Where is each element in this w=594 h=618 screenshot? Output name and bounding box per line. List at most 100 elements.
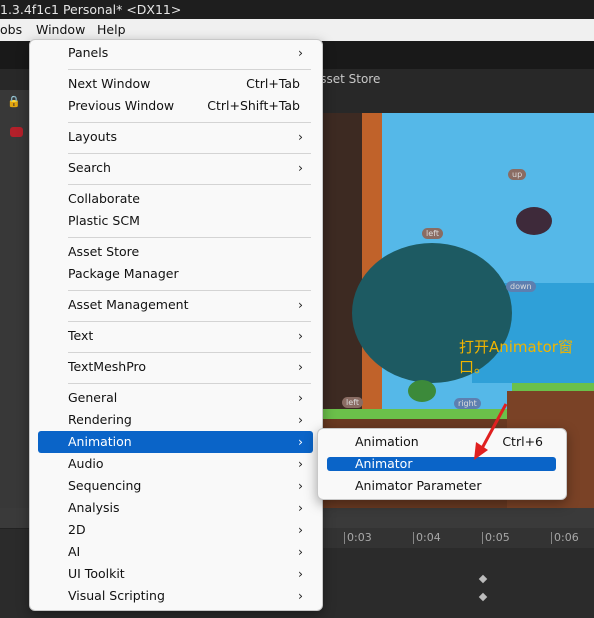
menu-item-label: General — [68, 390, 118, 405]
menu-item-label: Previous Window — [68, 98, 175, 113]
submenu-item-animator[interactable]: Animator — [327, 457, 556, 471]
menu-bar: obs Window Help — [0, 19, 594, 41]
menu-item-audio[interactable]: Audio › — [38, 453, 313, 475]
menu-item-asset-store[interactable]: Asset Store — [38, 241, 313, 263]
hierarchy-panel: 🔒 — [0, 90, 30, 510]
chevron-right-icon: › — [298, 456, 303, 471]
chevron-right-icon: › — [298, 297, 303, 312]
menu-item-panels[interactable]: Panels › — [38, 42, 313, 64]
menu-item-asset-management[interactable]: Asset Management › — [38, 294, 313, 316]
chevron-right-icon: › — [298, 544, 303, 559]
tick-label: 0:06 — [551, 532, 579, 544]
chevron-right-icon: › — [298, 45, 303, 60]
menu-item-label: Collaborate — [68, 191, 140, 206]
menu-separator — [68, 321, 311, 322]
arrow-head — [474, 442, 488, 460]
menu-separator — [68, 69, 311, 70]
animation-submenu: Animation Ctrl+6 Animator Animator Parame… — [317, 428, 567, 500]
menu-item-label: Audio — [68, 456, 104, 471]
submenu-item-label: Animator Parameter — [355, 478, 482, 493]
submenu-item-label: Animation — [355, 434, 419, 449]
menu-item-sequencing[interactable]: Sequencing › — [38, 475, 313, 497]
menu-item-shortcut: Ctrl+Tab — [246, 76, 300, 91]
menu-item-analysis[interactable]: Analysis › — [38, 497, 313, 519]
tick-label: 0:03 — [344, 532, 372, 544]
tick-label: 0:04 — [413, 532, 441, 544]
lock-icon[interactable]: 🔒 — [7, 95, 21, 108]
chevron-right-icon: › — [298, 566, 303, 581]
frog-sprite — [408, 380, 436, 402]
state-label-left-2: left — [342, 397, 363, 408]
chevron-right-icon: › — [298, 412, 303, 427]
menu-separator — [68, 153, 311, 154]
eagle-sprite — [516, 207, 552, 235]
menu-item-2d[interactable]: 2D › — [38, 519, 313, 541]
keyframe-diamond[interactable] — [478, 574, 488, 584]
menu-item-label: Layouts — [68, 129, 118, 144]
chevron-right-icon: › — [298, 129, 303, 144]
menu-item-label: Search — [68, 160, 111, 175]
chevron-right-icon: › — [298, 522, 303, 537]
title-bar: 1.3.4f1c1 Personal* <DX11> — [0, 0, 594, 19]
menu-item-layouts[interactable]: Layouts › — [38, 126, 313, 148]
menu-item-plastic-scm[interactable]: Plastic SCM — [38, 210, 313, 232]
menu-item-label: Asset Management — [68, 297, 189, 312]
timeline-ruler[interactable]: 0:03 0:04 0:05 0:06 — [322, 528, 594, 548]
menu-item-text[interactable]: Text › — [38, 325, 313, 347]
menu-item-label: Asset Store — [68, 244, 140, 259]
menu-separator — [68, 352, 311, 353]
menu-item-animation[interactable]: Animation › — [38, 431, 313, 453]
menu-separator — [68, 122, 311, 123]
chevron-right-icon: › — [298, 478, 303, 493]
menu-item-collaborate[interactable]: Collaborate — [38, 188, 313, 210]
menu-item-textmeshpro[interactable]: TextMeshPro › — [38, 356, 313, 378]
submenu-item-animation[interactable]: Animation Ctrl+6 — [327, 435, 556, 449]
menu-item-label: 2D — [68, 522, 86, 537]
menu-item-previous-window[interactable]: Previous Window Ctrl+Shift+Tab — [38, 95, 313, 117]
menu-item-label: Sequencing — [68, 478, 142, 493]
menu-item-general[interactable]: General › — [38, 387, 313, 409]
keyframe-diamond[interactable] — [478, 592, 488, 602]
window-menu-dropdown: Panels › Next Window Ctrl+Tab Previous Win… — [29, 39, 323, 611]
menu-separator — [68, 290, 311, 291]
chevron-right-icon: › — [298, 588, 303, 603]
menu-item-label: Package Manager — [68, 266, 179, 281]
menu-item-label: Animation — [68, 434, 132, 449]
chevron-right-icon: › — [298, 500, 303, 515]
menu-item-label: Text — [68, 328, 94, 343]
menu-item-rendering[interactable]: Rendering › — [38, 409, 313, 431]
chevron-right-icon: › — [298, 390, 303, 405]
menu-item-package-manager[interactable]: Package Manager — [38, 263, 313, 285]
annotation-arrow-icon — [474, 403, 508, 460]
state-label-left: left — [422, 228, 443, 239]
state-label-down: down — [506, 281, 536, 292]
chevron-right-icon: › — [298, 434, 303, 449]
menu-item-label: Visual Scripting — [68, 588, 165, 603]
menu-item-label: Plastic SCM — [68, 213, 140, 228]
menu-item-label: AI — [68, 544, 81, 559]
menu-item-shortcut: Ctrl+Shift+Tab — [207, 98, 300, 113]
chevron-right-icon: › — [298, 160, 303, 175]
submenu-item-animator-parameter[interactable]: Animator Parameter — [327, 479, 556, 493]
submenu-item-label: Animator — [355, 456, 413, 471]
menu-item-label: Next Window — [68, 76, 151, 91]
menu-item-next-window[interactable]: Next Window Ctrl+Tab — [38, 73, 313, 95]
menu-item-label: TextMeshPro — [68, 359, 147, 374]
menu-item-label: UI Toolkit — [68, 566, 125, 581]
menu-item-visual-scripting[interactable]: Visual Scripting › — [38, 585, 313, 607]
menu-separator — [68, 237, 311, 238]
annotation-text: 打开Animator窗口。 — [459, 338, 573, 376]
chevron-right-icon: › — [298, 359, 303, 374]
tick-label: 0:05 — [482, 532, 510, 544]
unity-object-icon — [10, 127, 23, 137]
menubar-item-jobs[interactable]: obs — [0, 19, 22, 41]
menu-item-search[interactable]: Search › — [38, 157, 313, 179]
menubar-item-window[interactable]: Window — [36, 19, 85, 41]
state-label-up: up — [508, 169, 527, 180]
menubar-item-help[interactable]: Help — [97, 19, 126, 41]
menu-item-label: Rendering — [68, 412, 132, 427]
arrow-shaft — [478, 403, 508, 453]
menu-item-ui-toolkit[interactable]: UI Toolkit › — [38, 563, 313, 585]
menu-item-ai[interactable]: AI › — [38, 541, 313, 563]
menu-separator — [68, 383, 311, 384]
